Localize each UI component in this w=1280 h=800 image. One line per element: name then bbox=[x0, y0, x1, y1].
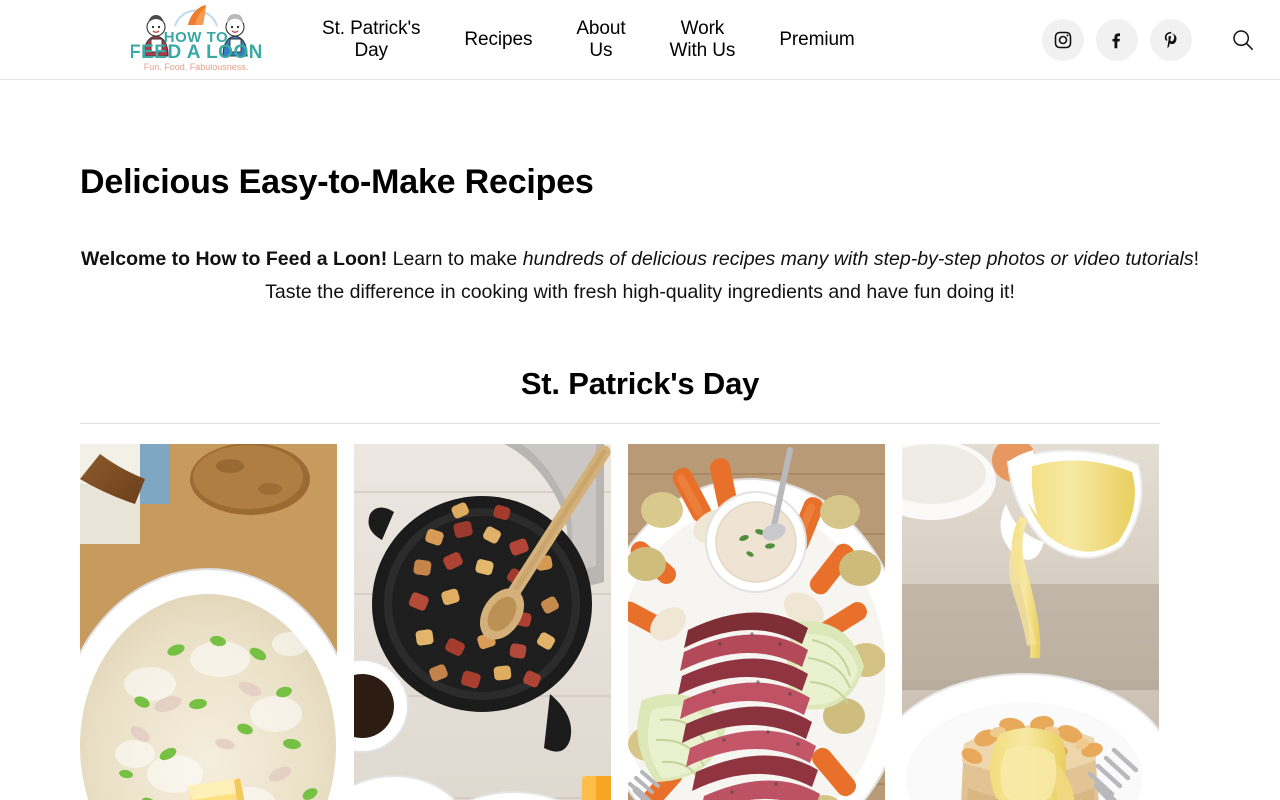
nav-work-with-us[interactable]: Work With Us bbox=[648, 18, 758, 62]
main-content: Delicious Easy-to-Make Recipes Welcome t… bbox=[0, 162, 1280, 800]
nav-recipes[interactable]: Recipes bbox=[442, 29, 554, 51]
recipe-photo-bread-pudding bbox=[902, 444, 1159, 800]
intro-paragraph: Welcome to How to Feed a Loon! Learn to … bbox=[80, 243, 1200, 309]
search-icon bbox=[1233, 30, 1253, 50]
header-actions bbox=[1042, 0, 1253, 80]
search-button[interactable] bbox=[1222, 19, 1264, 61]
intro-text-1: Learn to make bbox=[387, 248, 523, 270]
instagram-icon bbox=[1054, 31, 1072, 49]
recipe-card-bread-pudding[interactable] bbox=[902, 444, 1159, 800]
section-divider bbox=[80, 423, 1160, 424]
recipe-photo-corned-beef-and-cabbage bbox=[628, 444, 885, 800]
page-title: Delicious Easy-to-Make Recipes bbox=[80, 163, 594, 201]
recipe-card-colcannon[interactable] bbox=[80, 444, 337, 800]
site-header: HOW TO FEED A LOON Fun. Food. Fabulousne… bbox=[0, 0, 1280, 80]
nav-premium[interactable]: Premium bbox=[757, 29, 876, 51]
intro-italic-1: hundreds of delicious recipes many with … bbox=[522, 248, 1194, 270]
facebook-link[interactable] bbox=[1096, 19, 1138, 61]
nav-st-patricks-day[interactable]: St. Patrick's Day bbox=[300, 18, 442, 62]
pinterest-icon bbox=[1164, 31, 1177, 49]
recipe-photo-corned-beef-hash bbox=[354, 444, 611, 800]
pinterest-link[interactable] bbox=[1150, 19, 1192, 61]
main-navigation: St. Patrick's Day Recipes About Us Work … bbox=[300, 0, 877, 80]
instagram-link[interactable] bbox=[1042, 19, 1084, 61]
recipe-photo-colcannon bbox=[80, 444, 337, 800]
recipe-card-corned-beef-and-cabbage[interactable] bbox=[628, 444, 885, 800]
section-title-st-patricks-day: St. Patrick's Day bbox=[520, 366, 760, 401]
recipe-card-corned-beef-hash[interactable] bbox=[354, 444, 611, 800]
svg-text:Fun. Food. Fabulousness.: Fun. Food. Fabulousness. bbox=[144, 62, 249, 72]
logo-graphic: HOW TO FEED A LOON Fun. Food. Fabulousne… bbox=[131, 5, 261, 72]
recipe-card-grid bbox=[80, 444, 1160, 800]
nav-about-us[interactable]: About Us bbox=[554, 18, 647, 62]
facebook-icon bbox=[1112, 33, 1120, 49]
svg-text:FEED A LOON: FEED A LOON bbox=[131, 42, 261, 63]
site-logo[interactable]: HOW TO FEED A LOON Fun. Food. Fabulousne… bbox=[131, 4, 261, 74]
intro-bold-lead: Welcome to How to Feed a Loon! bbox=[80, 248, 388, 270]
